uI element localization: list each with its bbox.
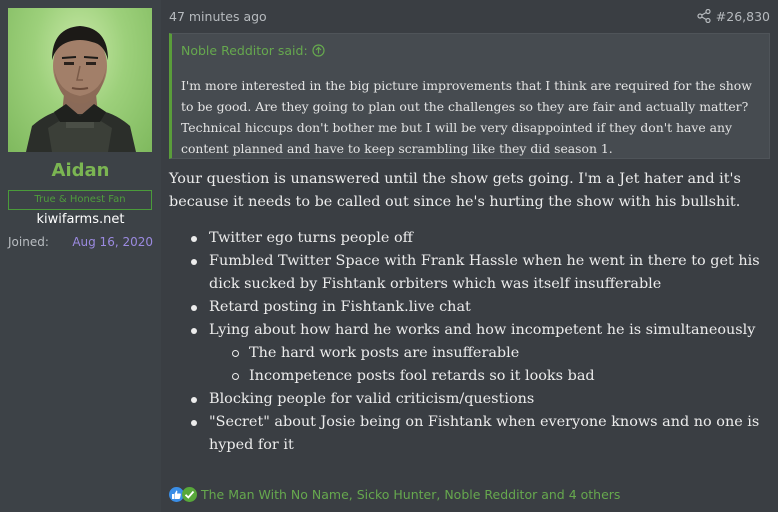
checkmark-icon[interactable]: [182, 486, 197, 502]
username[interactable]: Aidan: [0, 160, 161, 181]
user-title-badge: True & Honest Fan: [8, 190, 152, 210]
share-icon[interactable]: [697, 9, 711, 23]
quote-author[interactable]: Noble Redditor said:: [181, 43, 308, 58]
user-sidebar: Aidan True & Honest Fan kiwifarms.net Jo…: [0, 0, 161, 512]
joined-date: Aug 16, 2020: [72, 235, 153, 249]
quote-line: I'm more interested in the big picture i…: [181, 78, 752, 93]
quote-line: Technical hiccups don't bother me but I …: [181, 120, 733, 135]
list-item: "Secret" about Josie being on Fishtank w…: [169, 411, 774, 457]
quote-header[interactable]: Noble Redditor said:: [181, 43, 325, 58]
intro-line: because it needs to be called out since …: [169, 194, 741, 210]
quote-line: content planned and have to keep scrambl…: [181, 141, 613, 156]
post-body: Your question is unanswered until the sh…: [169, 168, 774, 457]
intro-line: Your question is unanswered until the sh…: [169, 171, 741, 187]
sub-list-item: Incompetence posts fool retards so it lo…: [169, 365, 774, 388]
quote-block: Noble Redditor said: I'm more interested…: [169, 33, 770, 159]
sub-list-item: The hard work posts are insufferable: [169, 342, 774, 365]
post-number[interactable]: #26,830: [716, 9, 770, 24]
quote-line: to be good. Are they going to plan out t…: [181, 99, 749, 114]
quote-body: I'm more interested in the big picture i…: [181, 75, 766, 159]
reactions-bar[interactable]: The Man With No Name, Sicko Hunter, Nobl…: [169, 485, 620, 503]
post-content: 47 minutes ago #26,830 Noble Redditor sa…: [161, 0, 778, 512]
user-site: kiwifarms.net: [36, 212, 125, 227]
list-item: Twitter ego turns people off: [169, 227, 774, 250]
list-item: Blocking people for valid criticism/ques…: [169, 388, 774, 411]
avatar[interactable]: [8, 8, 152, 152]
post-timestamp[interactable]: 47 minutes ago: [169, 9, 267, 24]
avatar-portrait: [26, 26, 136, 152]
arrow-up-circle-icon[interactable]: [312, 44, 325, 57]
list-item: Fumbled Twitter Space with Frank Hassle …: [169, 250, 774, 296]
list-item: Retard posting in Fishtank.live chat: [169, 296, 774, 319]
joined-label: Joined:: [8, 235, 49, 249]
list-item: Lying about how hard he works and how in…: [169, 319, 774, 342]
reactions-list[interactable]: The Man With No Name, Sicko Hunter, Nobl…: [201, 487, 620, 502]
bullet-list: Twitter ego turns people off Fumbled Twi…: [169, 227, 774, 457]
